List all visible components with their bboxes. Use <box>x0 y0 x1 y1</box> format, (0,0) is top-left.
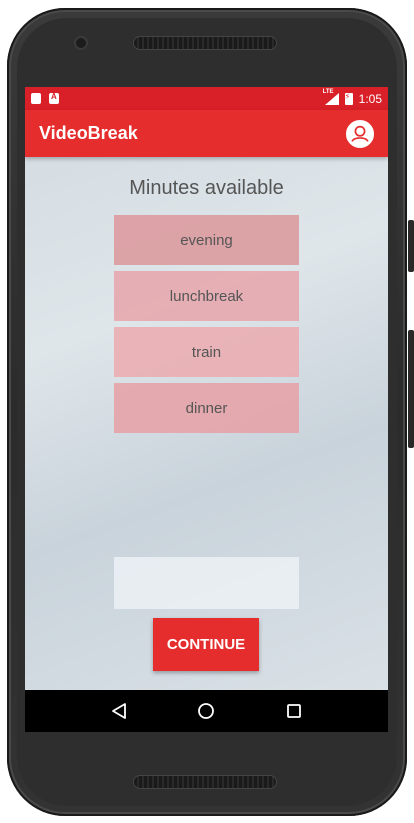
network-type: LTE <box>322 88 334 95</box>
earpiece-speaker <box>133 36 277 50</box>
notification-icon <box>49 92 59 104</box>
minutes-input[interactable] <box>114 557 299 609</box>
sd-card-icon <box>31 93 41 104</box>
recents-square-icon[interactable] <box>282 699 306 723</box>
account-icon-svg <box>348 121 372 146</box>
page-title: Minutes available <box>129 177 284 199</box>
option-train[interactable]: train <box>114 327 299 377</box>
screen: LTE 1:05 VideoBreak Minutes available ev… <box>25 87 388 732</box>
battery-icon <box>344 92 353 105</box>
home-circle-icon[interactable] <box>194 699 218 723</box>
signal-icon: LTE <box>323 89 339 105</box>
continue-button[interactable]: CONTINUE <box>153 618 259 671</box>
back-triangle-icon[interactable] <box>107 699 131 723</box>
status-bar: LTE 1:05 <box>25 87 388 110</box>
bottom-speaker <box>133 775 277 789</box>
account-circle-icon[interactable] <box>346 119 374 148</box>
option-evening[interactable]: evening <box>114 215 299 265</box>
volume-button <box>408 330 414 448</box>
option-dinner[interactable]: dinner <box>114 383 299 433</box>
front-camera <box>76 38 86 48</box>
option-lunchbreak[interactable]: lunchbreak <box>114 271 299 321</box>
app-bar: VideoBreak <box>25 110 388 157</box>
status-time: 1:05 <box>358 91 382 106</box>
app-title: VideoBreak <box>39 123 138 143</box>
navigation-bar <box>25 690 388 732</box>
main-content: Minutes available evening lunchbreak tra… <box>25 157 388 690</box>
power-button <box>408 220 414 272</box>
